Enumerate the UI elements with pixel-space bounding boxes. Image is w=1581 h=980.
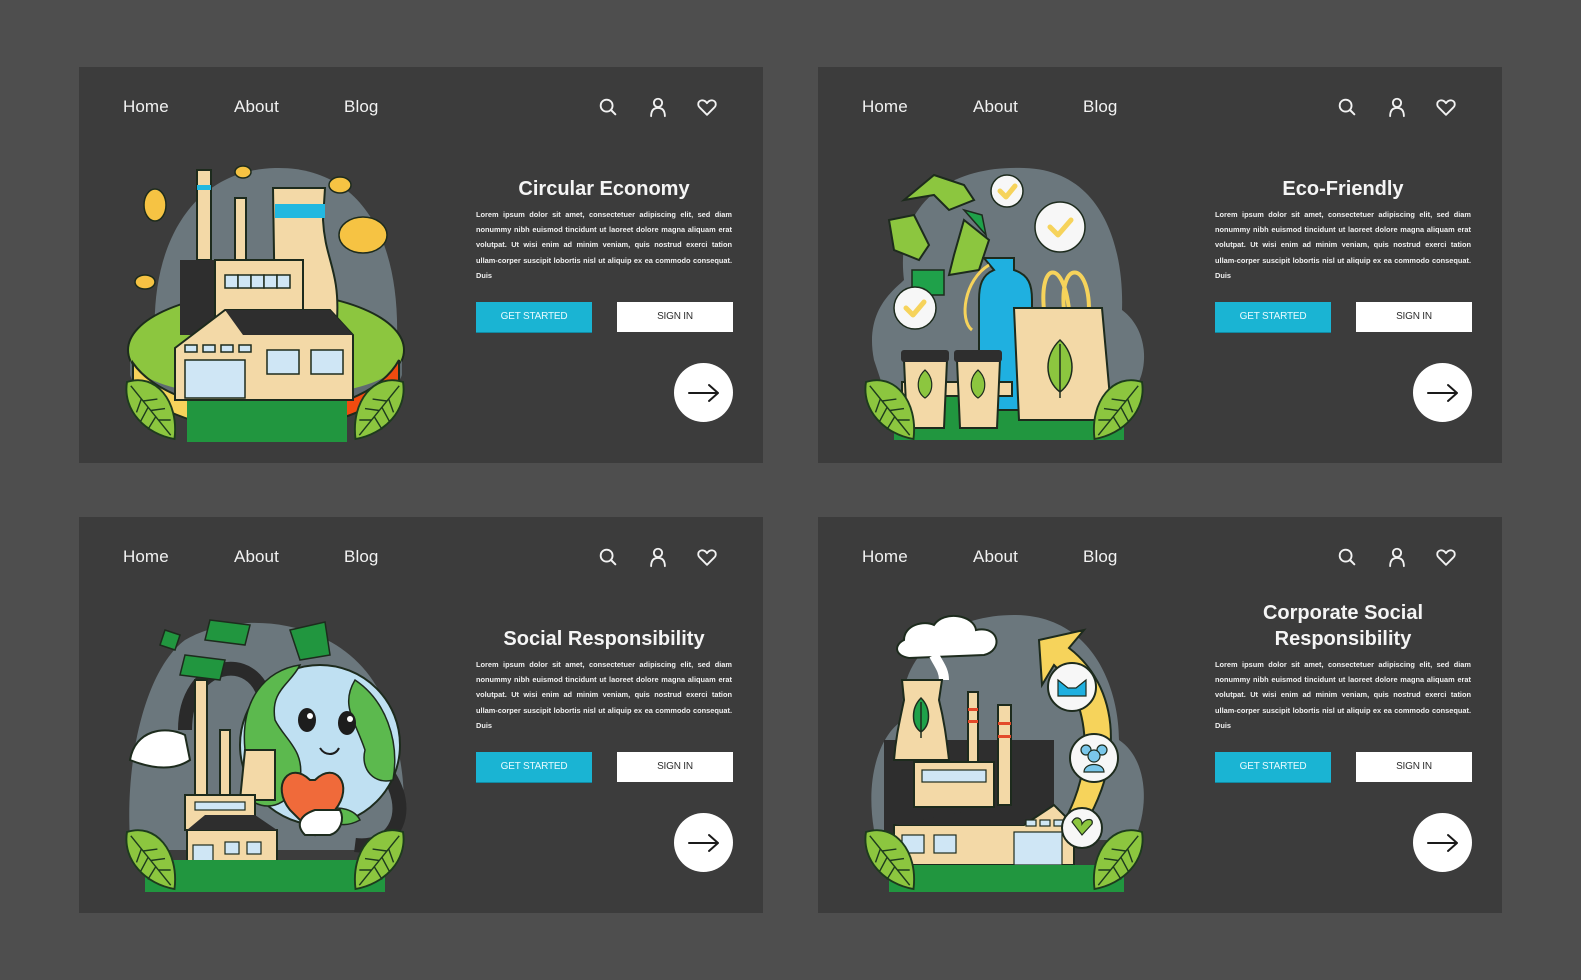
arrow-right-icon: [1426, 833, 1458, 852]
sign-in-button[interactable]: SIGN IN: [617, 752, 733, 782]
nav-link-blog[interactable]: Blog: [344, 97, 378, 117]
user-icon[interactable]: [647, 546, 669, 568]
get-started-button[interactable]: GET STARTED: [1215, 302, 1331, 332]
nav-link-about[interactable]: About: [234, 97, 279, 117]
get-started-button[interactable]: GET STARTED: [1215, 752, 1331, 782]
landing-panel-eco-friendly: Home About Blog Eco-Friendly Lorem ipsum…: [818, 67, 1502, 463]
social-responsibility-illustration: [125, 610, 407, 892]
landing-panel-corporate-social-responsibility: Home About Blog Corporate Social Respons…: [818, 517, 1502, 913]
title-container: Corporate Social Responsibility: [1243, 600, 1443, 652]
panel-description: Lorem ipsum dolor sit amet, consectetuer…: [476, 660, 732, 730]
nav-link-blog[interactable]: Blog: [1083, 97, 1117, 117]
landing-panel-circular-economy: Home About Blog Circular Economy Lorem i…: [79, 67, 763, 463]
nav-link-home[interactable]: Home: [862, 97, 908, 117]
next-button[interactable]: [674, 363, 733, 422]
sign-in-button[interactable]: SIGN IN: [617, 302, 733, 332]
arrow-right-icon: [687, 383, 719, 402]
panel-title: Social Responsibility: [503, 628, 705, 650]
next-button[interactable]: [674, 813, 733, 872]
user-icon[interactable]: [647, 96, 669, 118]
nav-link-blog[interactable]: Blog: [1083, 547, 1117, 567]
circular-economy-illustration: [125, 160, 407, 442]
panel-description: Lorem ipsum dolor sit amet, consectetuer…: [1215, 210, 1471, 280]
panel-description: Lorem ipsum dolor sit amet, consectetuer…: [1215, 660, 1471, 730]
nav-link-about[interactable]: About: [234, 547, 279, 567]
nav-link-blog[interactable]: Blog: [344, 547, 378, 567]
next-button[interactable]: [1413, 813, 1472, 872]
eco-friendly-illustration: [864, 160, 1146, 442]
search-icon[interactable]: [1336, 546, 1358, 568]
nav-link-home[interactable]: Home: [862, 547, 908, 567]
arrow-right-icon: [687, 833, 719, 852]
search-icon[interactable]: [1336, 96, 1358, 118]
title-container: Social Responsibility: [469, 626, 739, 652]
panel-title: Corporate Social Responsibility: [1262, 602, 1424, 650]
search-icon[interactable]: [597, 546, 619, 568]
user-icon[interactable]: [1386, 546, 1408, 568]
panel-title: Circular Economy: [518, 178, 690, 200]
sign-in-button[interactable]: SIGN IN: [1356, 752, 1472, 782]
get-started-button[interactable]: GET STARTED: [476, 302, 592, 332]
title-container: Circular Economy: [469, 176, 739, 202]
user-icon[interactable]: [1386, 96, 1408, 118]
heart-icon[interactable]: [1435, 96, 1457, 118]
arrow-right-icon: [1426, 383, 1458, 402]
nav-link-about[interactable]: About: [973, 547, 1018, 567]
heart-icon[interactable]: [696, 546, 718, 568]
heart-icon[interactable]: [696, 96, 718, 118]
nav-link-home[interactable]: Home: [123, 97, 169, 117]
next-button[interactable]: [1413, 363, 1472, 422]
landing-panel-social-responsibility: Home About Blog Social Responsibility Lo…: [79, 517, 763, 913]
panel-description: Lorem ipsum dolor sit amet, consectetuer…: [476, 210, 732, 280]
nav-link-home[interactable]: Home: [123, 547, 169, 567]
sign-in-button[interactable]: SIGN IN: [1356, 302, 1472, 332]
search-icon[interactable]: [597, 96, 619, 118]
nav-link-about[interactable]: About: [973, 97, 1018, 117]
title-container: Eco-Friendly: [1208, 176, 1478, 202]
panel-title: Eco-Friendly: [1282, 178, 1404, 200]
corporate-social-responsibility-illustration: [864, 610, 1146, 892]
get-started-button[interactable]: GET STARTED: [476, 752, 592, 782]
heart-icon[interactable]: [1435, 546, 1457, 568]
